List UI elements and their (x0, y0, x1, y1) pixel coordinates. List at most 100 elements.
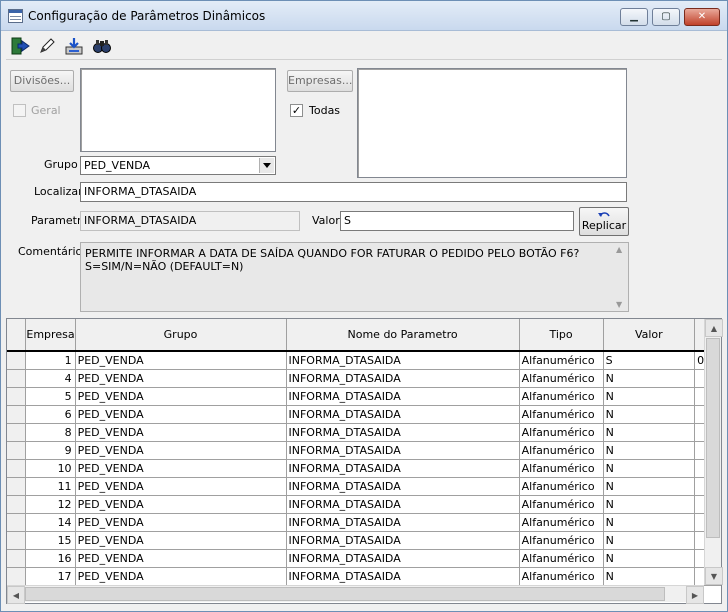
cell-parametro[interactable]: INFORMA_DTASAIDA (286, 477, 520, 496)
exit-button[interactable] (8, 34, 32, 58)
cell-empresa[interactable]: 14 (25, 513, 76, 532)
cell-grupo[interactable]: PED_VENDA (75, 549, 287, 568)
cell-tipo[interactable]: Alfanumérico (519, 567, 604, 586)
cell-tipo[interactable]: Alfanumérico (519, 405, 604, 424)
minimize-button[interactable]: ▁ (620, 8, 648, 26)
comentarios-scrollbar[interactable]: ▲ ▼ (612, 243, 628, 311)
cell-grupo[interactable]: PED_VENDA (75, 369, 287, 388)
cell-valor[interactable]: N (603, 459, 696, 478)
cell-grupo[interactable]: PED_VENDA (75, 387, 287, 406)
cell-grupo[interactable]: PED_VENDA (75, 405, 287, 424)
cell-parametro[interactable]: INFORMA_DTASAIDA (286, 441, 520, 460)
maximize-button[interactable]: ▢ (652, 8, 680, 26)
scroll-down-icon[interactable]: ▼ (705, 567, 723, 585)
save-button[interactable] (62, 34, 86, 58)
grupo-dropdown-button[interactable] (259, 158, 274, 173)
hscroll-thumb[interactable] (25, 587, 665, 601)
scroll-up-icon[interactable]: ▲ (616, 245, 622, 254)
cell-parametro[interactable]: INFORMA_DTASAIDA (286, 350, 520, 370)
todas-checkbox[interactable]: ✓ (290, 104, 303, 117)
close-button[interactable]: ✕ (684, 8, 720, 26)
cell-grupo[interactable]: PED_VENDA (75, 423, 287, 442)
cell-grupo[interactable]: PED_VENDA (75, 567, 287, 586)
cell-empresa[interactable]: 15 (25, 531, 76, 550)
cell-empresa[interactable]: 12 (25, 495, 76, 514)
cell-valor[interactable]: N (603, 369, 696, 388)
cell-tipo[interactable]: Alfanumérico (519, 369, 604, 388)
table-row[interactable]: 1 PED_VENDA INFORMA_DTASAIDA Alfanumérico S 0 (7, 350, 721, 370)
col-grupo-header[interactable]: Grupo (75, 319, 287, 352)
cell-parametro[interactable]: INFORMA_DTASAIDA (286, 549, 520, 568)
scroll-down-icon[interactable]: ▼ (616, 300, 622, 309)
replicar-button[interactable]: Replicar (579, 207, 629, 236)
table-row[interactable]: 6 PED_VENDA INFORMA_DTASAIDA Alfanumérico N (7, 405, 721, 424)
cell-parametro[interactable]: INFORMA_DTASAIDA (286, 405, 520, 424)
cell-tipo[interactable]: Alfanumérico (519, 459, 604, 478)
grupo-select[interactable]: PED_VENDA (80, 156, 276, 175)
cell-parametro[interactable]: INFORMA_DTASAIDA (286, 513, 520, 532)
cell-valor[interactable]: N (603, 423, 696, 442)
cell-valor[interactable]: N (603, 567, 696, 586)
comentarios-textarea[interactable]: PERMITE INFORMAR A DATA DE SAÍDA QUANDO … (80, 242, 629, 312)
table-row[interactable]: 14 PED_VENDA INFORMA_DTASAIDA Alfanumérico N (7, 513, 721, 532)
col-valor-header[interactable]: Valor (603, 319, 696, 352)
grid-horizontal-scrollbar[interactable]: ◀ ▶ (7, 585, 704, 604)
col-empresa-header[interactable]: Empresa (25, 319, 76, 352)
cell-valor[interactable]: N (603, 477, 696, 496)
cell-valor[interactable]: N (603, 441, 696, 460)
cell-parametro[interactable]: INFORMA_DTASAIDA (286, 531, 520, 550)
cell-empresa[interactable]: 5 (25, 387, 76, 406)
cell-tipo[interactable]: Alfanumérico (519, 387, 604, 406)
table-row[interactable]: 15 PED_VENDA INFORMA_DTASAIDA Alfanumérico N (7, 531, 721, 550)
table-row[interactable]: 16 PED_VENDA INFORMA_DTASAIDA Alfanumérico N (7, 549, 721, 568)
grid-vertical-scrollbar[interactable]: ▲ ▼ (704, 319, 723, 585)
cell-parametro[interactable]: INFORMA_DTASAIDA (286, 459, 520, 478)
cell-tipo[interactable]: Alfanumérico (519, 477, 604, 496)
cell-tipo[interactable]: Alfanumérico (519, 495, 604, 514)
vscroll-thumb[interactable] (706, 338, 720, 538)
scroll-up-icon[interactable]: ▲ (705, 319, 723, 337)
col-tipo-header[interactable]: Tipo (519, 319, 604, 352)
cell-empresa[interactable]: 11 (25, 477, 76, 496)
empresas-button[interactable]: Empresas... (287, 70, 353, 92)
cell-empresa[interactable]: 9 (25, 441, 76, 460)
cell-parametro[interactable]: INFORMA_DTASAIDA (286, 387, 520, 406)
cell-empresa[interactable]: 8 (25, 423, 76, 442)
empresas-list[interactable] (357, 68, 627, 178)
cell-valor[interactable]: N (603, 549, 696, 568)
table-row[interactable]: 12 PED_VENDA INFORMA_DTASAIDA Alfanumérico N (7, 495, 721, 514)
divisoes-button[interactable]: Divisões... (10, 70, 74, 92)
cell-tipo[interactable]: Alfanumérico (519, 441, 604, 460)
table-row[interactable]: 5 PED_VENDA INFORMA_DTASAIDA Alfanumérico N (7, 387, 721, 406)
geral-checkbox[interactable] (13, 104, 26, 117)
valor-input[interactable]: S (340, 211, 574, 231)
col-parametro-header[interactable]: Nome do Parametro (286, 319, 520, 352)
cell-empresa[interactable]: 1 (25, 350, 76, 370)
cell-grupo[interactable]: PED_VENDA (75, 459, 287, 478)
cell-empresa[interactable]: 6 (25, 405, 76, 424)
cell-tipo[interactable]: Alfanumérico (519, 531, 604, 550)
cell-parametro[interactable]: INFORMA_DTASAIDA (286, 495, 520, 514)
scroll-left-icon[interactable]: ◀ (7, 586, 25, 604)
cell-grupo[interactable]: PED_VENDA (75, 513, 287, 532)
cell-parametro[interactable]: INFORMA_DTASAIDA (286, 423, 520, 442)
cell-valor[interactable]: N (603, 495, 696, 514)
cell-parametro[interactable]: INFORMA_DTASAIDA (286, 369, 520, 388)
cell-grupo[interactable]: PED_VENDA (75, 350, 287, 370)
cell-grupo[interactable]: PED_VENDA (75, 441, 287, 460)
table-row[interactable]: 4 PED_VENDA INFORMA_DTASAIDA Alfanumérico N (7, 369, 721, 388)
cell-valor[interactable]: N (603, 405, 696, 424)
cell-empresa[interactable]: 10 (25, 459, 76, 478)
cell-valor[interactable]: N (603, 387, 696, 406)
cell-tipo[interactable]: Alfanumérico (519, 549, 604, 568)
localizar-input[interactable]: INFORMA_DTASAIDA (80, 182, 627, 202)
table-row[interactable]: 10 PED_VENDA INFORMA_DTASAIDA Alfanumérico N (7, 459, 721, 478)
find-button[interactable] (90, 34, 114, 58)
table-row[interactable]: 11 PED_VENDA INFORMA_DTASAIDA Alfanumérico N (7, 477, 721, 496)
cell-valor[interactable]: N (603, 531, 696, 550)
cell-grupo[interactable]: PED_VENDA (75, 477, 287, 496)
cell-empresa[interactable]: 17 (25, 567, 76, 586)
cell-tipo[interactable]: Alfanumérico (519, 513, 604, 532)
edit-button[interactable] (35, 34, 59, 58)
cell-valor[interactable]: S (603, 350, 696, 370)
